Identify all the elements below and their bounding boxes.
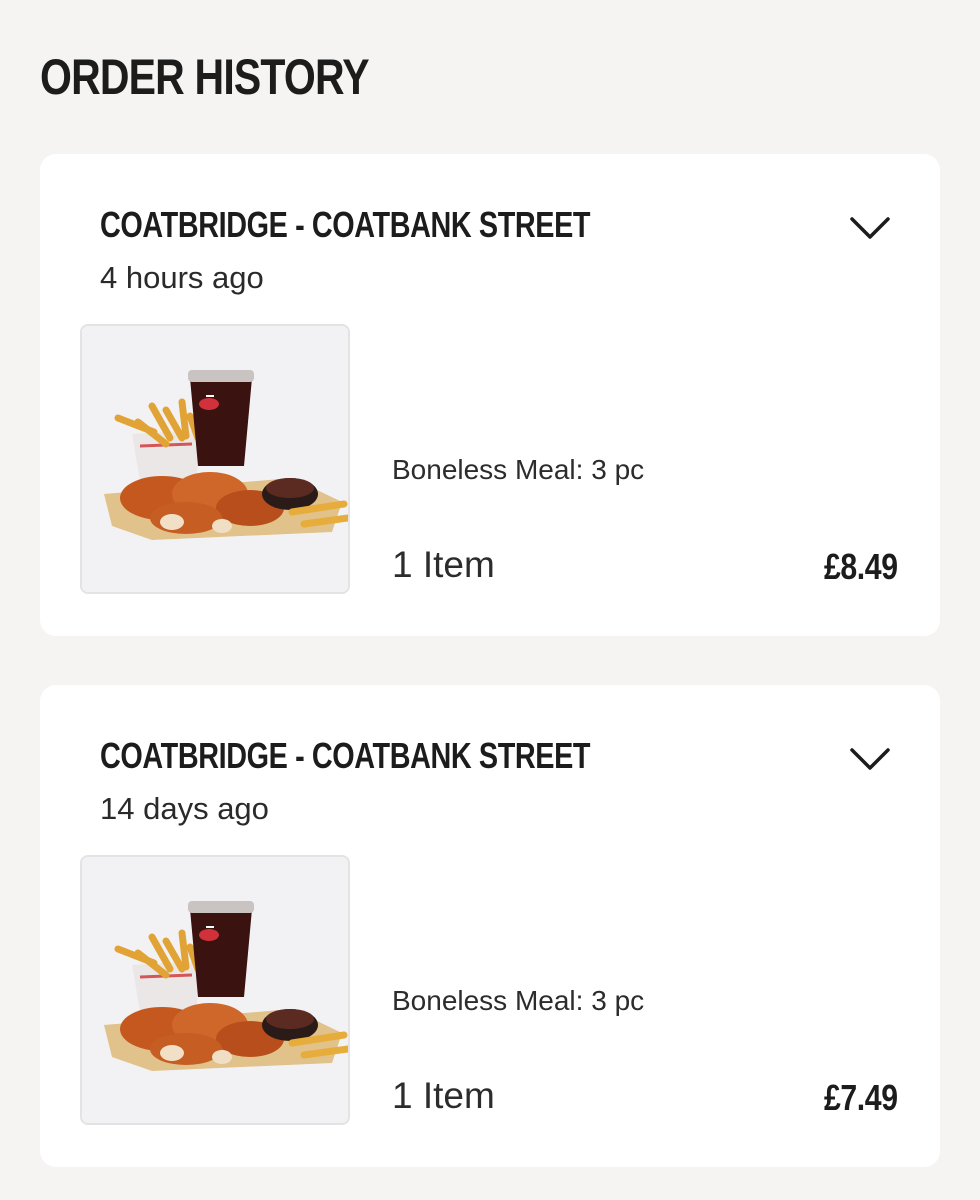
chevron-down-icon[interactable] bbox=[845, 737, 895, 777]
order-price: £7.49 bbox=[824, 1077, 898, 1118]
item-count: 1 Item bbox=[392, 544, 495, 585]
page-title: ORDER HISTORY bbox=[40, 49, 370, 105]
order-card[interactable]: COATBRIDGE - COATBANK STREET 4 hours ago bbox=[40, 154, 940, 636]
store-name: COATBRIDGE - COATBANK STREET bbox=[100, 204, 591, 245]
chevron-down-icon[interactable] bbox=[845, 206, 895, 246]
product-name: Boneless Meal: 3 pc bbox=[392, 454, 645, 485]
order-time: 4 hours ago bbox=[100, 260, 264, 295]
product-image bbox=[80, 855, 350, 1125]
product-name: Boneless Meal: 3 pc bbox=[392, 985, 645, 1016]
order-price: £8.49 bbox=[824, 546, 898, 587]
order-card[interactable]: COATBRIDGE - COATBANK STREET 14 days ago bbox=[40, 685, 940, 1167]
product-image bbox=[80, 324, 350, 594]
item-count: 1 Item bbox=[392, 1075, 495, 1116]
order-time: 14 days ago bbox=[100, 791, 269, 826]
store-name: COATBRIDGE - COATBANK STREET bbox=[100, 735, 591, 776]
